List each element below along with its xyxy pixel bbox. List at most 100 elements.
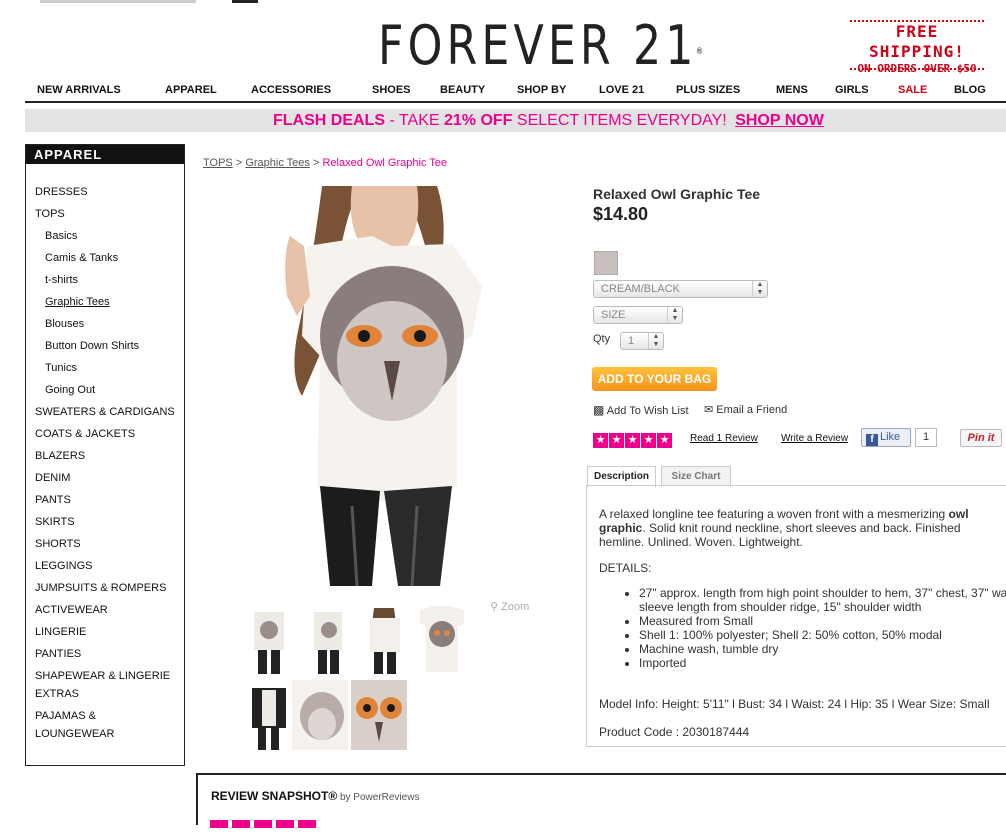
nav-beauty[interactable]: BEAUTY [440, 84, 485, 96]
sidebar-item-graphic-tees[interactable]: Graphic Tees [45, 296, 110, 308]
thumbnail[interactable] [356, 604, 412, 674]
thumbnail-layered-icon [240, 680, 296, 750]
sidebar-item-pajamas[interactable]: PAJAMAS & [35, 710, 96, 722]
product-code: Product Code : 2030187444 [599, 725, 750, 739]
thumbnail-front-icon [240, 604, 296, 674]
qty-select[interactable]: 1 ▲ ▼ [620, 332, 664, 350]
description-panel: A relaxed longline tee featuring a woven… [586, 485, 1006, 747]
nav-apparel[interactable]: APPAREL [165, 84, 217, 96]
sidebar-item-skirts[interactable]: SKIRTS [35, 516, 75, 528]
sidebar-item-loungewear[interactable]: LOUNGEWEAR [35, 728, 114, 740]
qty-label: Qty [593, 333, 611, 345]
review-snapshot-title: REVIEW SNAPSHOT® by PowerReviews [211, 789, 420, 803]
color-select[interactable]: CREAM/BLACK ▲ ▼ [593, 280, 768, 298]
sidebar-item-tunics[interactable]: Tunics [45, 362, 77, 374]
size-select[interactable]: SIZE ▲ ▼ [593, 306, 683, 324]
nav-accessories[interactable]: ACCESSORIES [251, 84, 331, 96]
thumbnail-flat-icon [414, 604, 470, 674]
sidebar-item-tops[interactable]: TOPS [35, 208, 65, 220]
main-product-image[interactable] [202, 186, 548, 586]
sidebar-item-leggings[interactable]: LEGGINGS [35, 560, 92, 572]
nav-blog[interactable]: BLOG [954, 84, 986, 96]
flash-deals-banner[interactable]: FLASH DEALS - TAKE 21% OFF SELECT ITEMS … [25, 109, 1006, 132]
star-icon: ★ [625, 433, 640, 448]
sidebar-item-shorts[interactable]: SHORTS [35, 538, 81, 550]
sidebar-item-shapewear[interactable]: SHAPEWEAR & LINGERIE [35, 670, 170, 682]
sidebar-item-pants[interactable]: PANTS [35, 494, 71, 506]
nav-plus-sizes[interactable]: PLUS SIZES [676, 84, 740, 96]
sidebar-item-dresses[interactable]: DRESSES [35, 186, 88, 198]
category-sidebar: APPAREL DRESSES TOPS Basics Camis & Tank… [25, 144, 185, 766]
top-strip-mid [232, 0, 258, 3]
sidebar-item-button-down[interactable]: Button Down Shirts [45, 340, 139, 352]
color-swatch[interactable] [594, 251, 618, 275]
sidebar-item-blazers[interactable]: BLAZERS [35, 450, 85, 462]
details-list: 27" approx. length from high point shoul… [599, 586, 1006, 670]
star-icon: ★ [609, 433, 624, 448]
breadcrumb-tops[interactable]: TOPS [203, 157, 233, 169]
thumbnail[interactable] [240, 680, 296, 750]
sidebar-item-lingerie[interactable]: LINGERIE [35, 626, 86, 638]
nav-love-21[interactable]: LOVE 21 [599, 84, 644, 96]
sidebar-item-jumpsuits[interactable]: JUMPSUITS & ROMPERS [35, 582, 166, 594]
select-arrows-icon: ▲ ▼ [752, 281, 767, 297]
description-text: A relaxed longline tee featuring a woven… [599, 507, 969, 549]
sidebar-title: APPAREL [26, 145, 184, 164]
read-review-link[interactable]: Read 1 Review [690, 433, 758, 444]
nav-mens[interactable]: MENS [776, 84, 808, 96]
sidebar-item-activewear[interactable]: ACTIVEWEAR [35, 604, 108, 616]
facebook-like-button[interactable]: f Like [861, 428, 911, 447]
list-item: Measured from Small [639, 614, 1006, 628]
nav-shoes[interactable]: SHOES [372, 84, 411, 96]
sidebar-item-sweaters[interactable]: SWEATERS & CARDIGANS [35, 406, 175, 418]
add-to-wishlist-link[interactable]: ▩ Add To Wish List [593, 403, 689, 417]
tab-size-chart[interactable]: Size Chart [661, 466, 731, 486]
flash-pct: 21% OFF [443, 112, 513, 129]
thumbnail[interactable] [240, 604, 296, 674]
sidebar-item-panties[interactable]: PANTIES [35, 648, 81, 660]
list-item: 27" approx. length from high point shoul… [639, 586, 1006, 614]
details-label: DETAILS: [599, 561, 652, 575]
rating-stars: ★ ★ ★ ★ ★ [593, 430, 673, 448]
flash-lead: FLASH DEALS [273, 112, 385, 129]
nav-sale[interactable]: SALE [898, 84, 927, 96]
shop-now-link[interactable]: SHOP NOW [735, 112, 824, 129]
nav-shop-by[interactable]: SHOP BY [517, 84, 566, 96]
email-friend-link[interactable]: ✉ Email a Friend [704, 403, 787, 416]
star-icon: ★ [593, 433, 608, 448]
logo[interactable]: FOREVER 21® [378, 14, 705, 78]
sidebar-item-extras[interactable]: EXTRAS [35, 688, 79, 700]
sidebar-item-basics[interactable]: Basics [45, 230, 77, 242]
sidebar-item-denim[interactable]: DENIM [35, 472, 70, 484]
sidebar-item-tshirts[interactable]: t-shirts [45, 274, 78, 286]
pin-it-button[interactable]: Pin it [960, 429, 1002, 447]
thumbnail[interactable] [298, 604, 354, 674]
thumbnail[interactable] [292, 680, 348, 750]
product-price: $14.80 [593, 204, 649, 224]
thumbnail[interactable] [351, 680, 407, 750]
nav-new-arrivals[interactable]: NEW ARRIVALS [37, 84, 121, 96]
shipping-line1: FREE SHIPPING! [869, 22, 965, 61]
nav-girls[interactable]: GIRLS [835, 84, 869, 96]
zoom-button[interactable]: ⚲ Zoom [490, 600, 529, 613]
select-arrows-icon: ▲ ▼ [648, 333, 663, 349]
free-shipping-banner[interactable]: FREE SHIPPING! ON ORDERS OVER $50 [850, 20, 984, 75]
envelope-icon: ✉ [704, 404, 714, 416]
flash-rest: SELECT ITEMS EVERYDAY! [512, 112, 727, 129]
top-strip-left [40, 0, 196, 3]
product-title: Relaxed Owl Graphic Tee [593, 186, 761, 202]
thumbnail[interactable] [414, 604, 470, 674]
like-count: 1 [915, 428, 937, 447]
add-to-bag-button[interactable]: ADD TO YOUR BAG [592, 367, 717, 391]
breadcrumb: TOPS > Graphic Tees > Relaxed Owl Graphi… [203, 157, 447, 169]
list-item: Machine wash, tumble dry [639, 642, 1006, 656]
sidebar-item-blouses[interactable]: Blouses [45, 318, 84, 330]
sidebar-item-going-out[interactable]: Going Out [45, 384, 95, 396]
magnifier-icon: ⚲ [490, 601, 499, 613]
breadcrumb-graphic-tees[interactable]: Graphic Tees [245, 157, 310, 169]
sidebar-item-camis[interactable]: Camis & Tanks [45, 252, 118, 264]
thumbnail-back-icon [356, 604, 412, 674]
tab-description[interactable]: Description [587, 466, 656, 487]
sidebar-item-coats[interactable]: COATS & JACKETS [35, 428, 135, 440]
write-review-link[interactable]: Write a Review [781, 433, 848, 444]
